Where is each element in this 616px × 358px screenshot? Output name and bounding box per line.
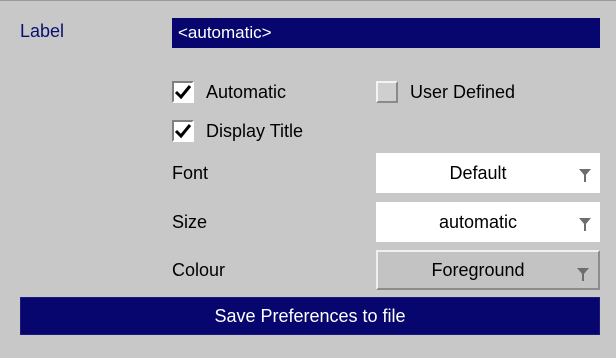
font-dropdown-value: Default [449,162,507,183]
display-title-checkbox[interactable]: Display Title [172,120,303,142]
dropdown-arrow-icon [577,268,589,281]
font-dropdown[interactable]: Default [376,153,600,193]
user-defined-checkbox-box[interactable] [376,81,398,103]
automatic-checkbox-box[interactable] [172,81,194,103]
user-defined-checkbox-label: User Defined [410,81,516,102]
checkmark-icon [174,85,192,100]
size-label: Size [172,212,208,232]
display-title-checkbox-label: Display Title [206,120,304,141]
save-preferences-button[interactable]: Save Preferences to file [20,297,600,335]
checkmark-icon [174,124,192,139]
colour-dropdown-value: Foreground [431,259,525,280]
display-title-checkbox-box[interactable] [172,120,194,142]
font-label: Font [172,163,209,183]
colour-dropdown[interactable]: Foreground [376,250,600,290]
automatic-checkbox[interactable]: Automatic [172,81,286,103]
label-options-panel: Label <automatic> Automatic User Defined… [0,0,616,358]
size-dropdown[interactable]: automatic [376,202,600,242]
dropdown-arrow-icon [579,169,591,182]
dropdown-arrow-icon [579,218,591,231]
label-text-field[interactable]: <automatic> [172,18,600,48]
colour-label: Colour [172,260,226,280]
label-caption: Label [20,21,65,41]
size-dropdown-value: automatic [438,211,518,232]
automatic-checkbox-label: Automatic [206,81,287,102]
user-defined-checkbox[interactable]: User Defined [376,81,515,103]
